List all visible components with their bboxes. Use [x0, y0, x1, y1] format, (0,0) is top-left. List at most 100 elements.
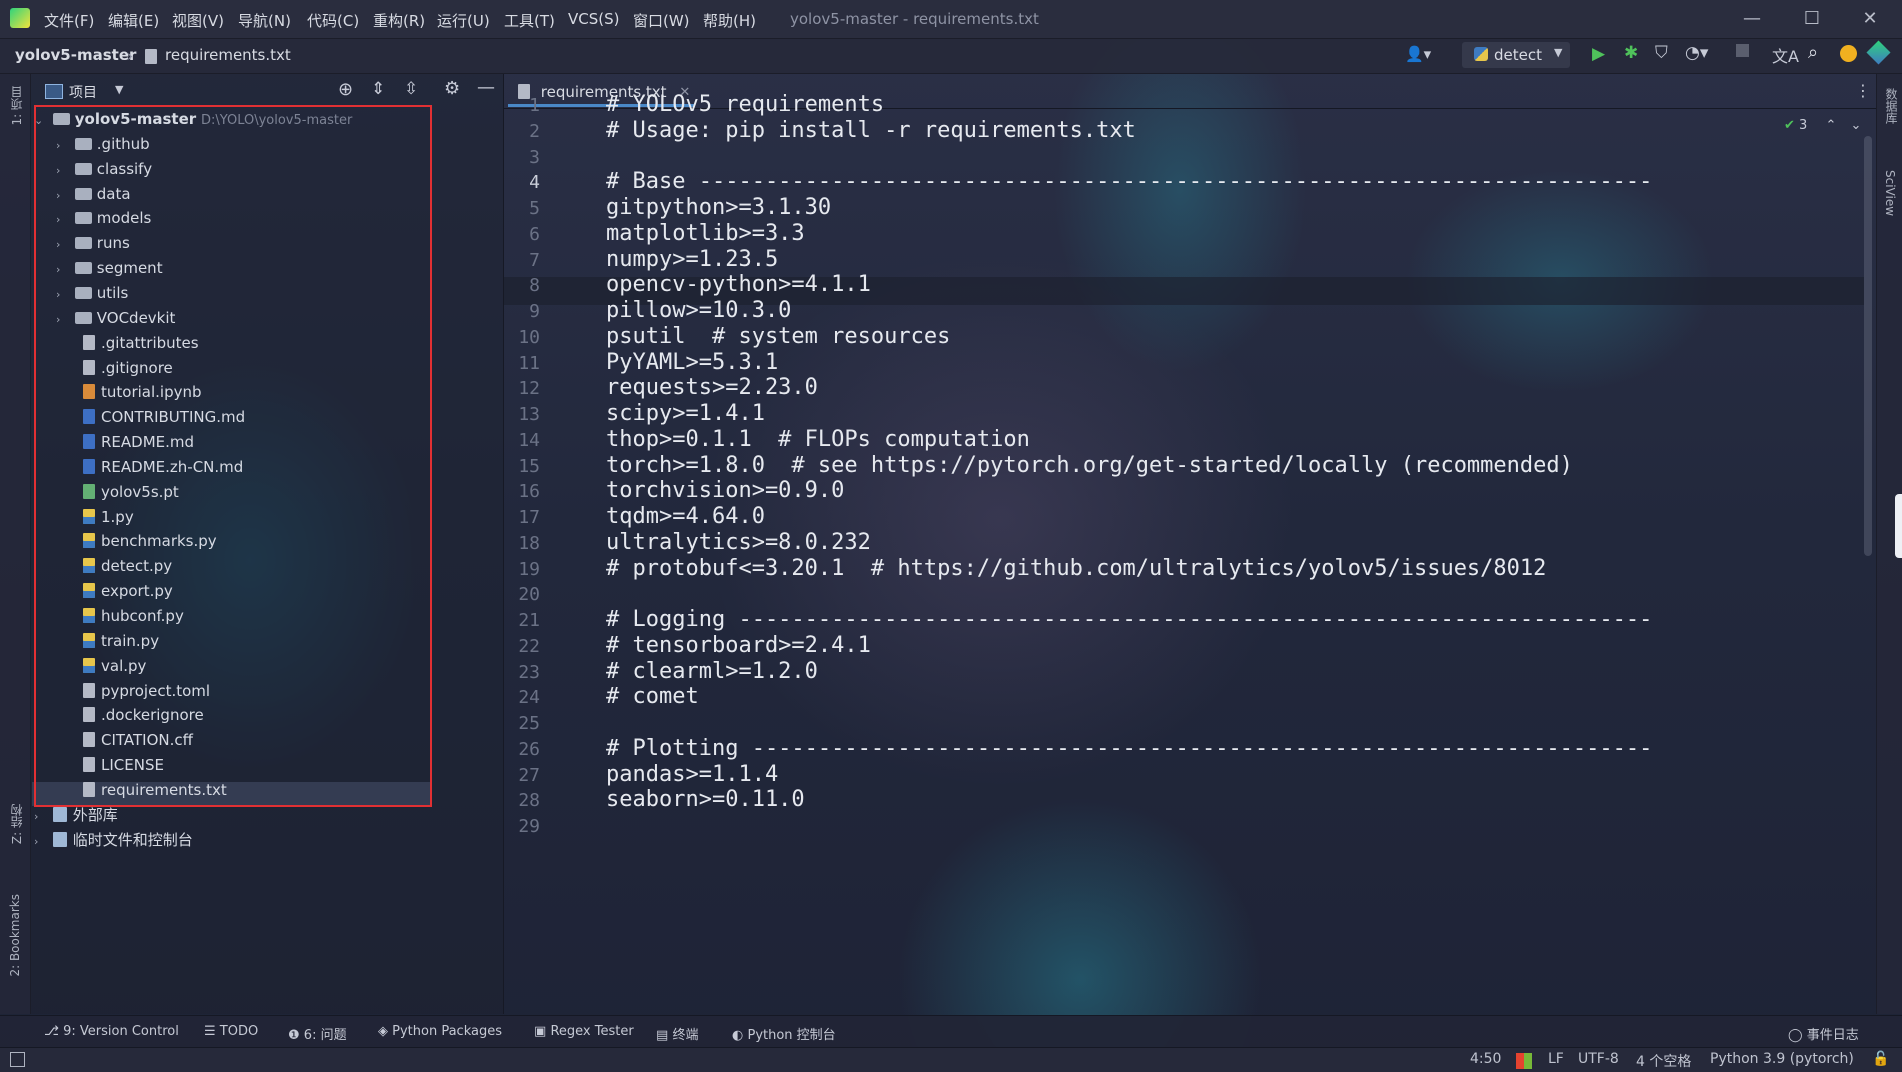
pycharm-logo-icon [10, 8, 30, 28]
tree-node-label: 外部库 [72, 805, 118, 824]
gear-icon[interactable]: ⚙ [444, 78, 460, 99]
code-line[interactable]: requests>=2.23.0 [606, 375, 818, 400]
code-line[interactable]: torch>=1.8.0 # see https://pytorch.org/g… [606, 453, 1573, 478]
inspection-count: 3 [1799, 118, 1808, 133]
collapse-all-icon[interactable]: ⇳ [404, 79, 418, 99]
menu-item[interactable]: 窗口(W) [633, 10, 690, 31]
indent-setting[interactable]: 4 个空格 [1636, 1051, 1691, 1071]
line-number: 14 [518, 429, 540, 451]
tree-node[interactable]: › 临时文件和控制台 [34, 828, 193, 852]
structure-toolwindow-button[interactable]: Z: 结构 [8, 804, 25, 844]
update-icon[interactable] [1840, 45, 1857, 62]
code-line[interactable]: gitpython>=3.1.30 [606, 195, 831, 220]
run-config-select[interactable]: detect ▼ [1462, 42, 1570, 68]
code-line[interactable]: numpy>=1.23.5 [606, 247, 778, 272]
bookmarks-toolwindow-button[interactable]: 2: Bookmarks [8, 894, 22, 977]
toolwindow-button[interactable]: ◈ Python Packages [378, 1024, 502, 1039]
code-line[interactable]: seaborn>=0.11.0 [606, 787, 805, 812]
file-encoding[interactable]: UTF-8 [1578, 1051, 1619, 1067]
menu-item[interactable]: 文件(F) [44, 10, 94, 31]
event-log-button[interactable]: ◯ 事件日志 [1788, 1024, 1859, 1043]
chevron-up-icon[interactable]: ⌃ [1825, 118, 1836, 133]
code-line[interactable]: psutil # system resources [606, 324, 950, 349]
toolwindow-button[interactable]: ⎇ 9: Version Control [44, 1024, 179, 1039]
breadcrumb-project[interactable]: yolov5-master [15, 46, 136, 64]
toolwindow-button[interactable]: ❶ 6: 问题 [288, 1024, 347, 1043]
menu-item[interactable]: 重构(R) [373, 10, 425, 31]
toolwindow-button[interactable]: ▤ 终端 [656, 1024, 698, 1043]
menu-item[interactable]: 编辑(E) [108, 10, 159, 31]
hide-panel-icon[interactable]: — [477, 77, 495, 98]
coverage-icon[interactable]: ⛉ [1655, 43, 1668, 63]
locate-file-icon[interactable]: ⊕ [338, 79, 353, 100]
lock-icon[interactable]: 🔓 [1872, 1051, 1889, 1067]
ide-plugin-icon[interactable] [1866, 40, 1891, 65]
code-line[interactable]: # clearml>=1.2.0 [606, 659, 818, 684]
run-icon[interactable]: ▶ [1592, 44, 1605, 64]
code-line[interactable]: # comet [606, 684, 699, 709]
code-line[interactable]: # tensorboard>=2.4.1 [606, 633, 871, 658]
translate-icon[interactable]: 文A [1772, 43, 1799, 67]
line-number: 27 [518, 764, 540, 786]
debug-icon[interactable]: ✱ [1624, 43, 1638, 63]
maximize-icon[interactable]: ☐ [1792, 4, 1832, 34]
chevron-down-icon[interactable]: ▼ [115, 83, 123, 96]
editor-scrollbar[interactable] [1864, 136, 1872, 556]
code-line[interactable]: thop>=0.1.1 # FLOPs computation [606, 427, 1030, 452]
breadcrumb-file[interactable]: requirements.txt [165, 46, 291, 64]
menu-item[interactable]: 导航(N) [238, 10, 291, 31]
code-line[interactable]: torchvision>=0.9.0 [606, 478, 844, 503]
python-icon [1474, 47, 1488, 61]
menu-item[interactable]: VCS(S) [568, 10, 619, 28]
code-line[interactable]: # protobuf<=3.20.1 # https://github.com/… [606, 556, 1546, 581]
menu-item[interactable]: 运行(U) [437, 10, 490, 31]
run-config-label: detect [1494, 46, 1542, 64]
close-window-icon[interactable]: ✕ [1850, 4, 1890, 34]
toolwindow-button[interactable]: ◐ Python 控制台 [732, 1024, 836, 1043]
expand-all-icon[interactable]: ⇕ [371, 79, 385, 99]
code-line[interactable]: tqdm>=4.64.0 [606, 504, 765, 529]
packages-icon: ◈ [378, 1024, 388, 1039]
line-separator[interactable]: LF [1548, 1051, 1564, 1067]
search-icon[interactable]: ⌕ [1808, 42, 1818, 63]
more-options-icon[interactable]: ⋮ [1855, 81, 1871, 100]
code-line[interactable]: # Usage: pip install -r requirements.txt [606, 118, 1136, 143]
toolwindow-label: 9: Version Control [63, 1024, 179, 1039]
project-toolwindow-button[interactable]: 1: 项目 [8, 86, 25, 126]
chevron-right-icon[interactable]: › [34, 805, 48, 829]
database-toolwindow-button[interactable]: 数据库 [1883, 88, 1900, 124]
toolwindow-button[interactable]: ☰ TODO [204, 1024, 258, 1039]
code-line[interactable]: pandas>=1.1.4 [606, 762, 778, 787]
windows-icon [1516, 1053, 1532, 1069]
line-number: 29 [518, 816, 540, 837]
code-line[interactable]: matplotlib>=3.3 [606, 221, 805, 246]
code-line[interactable]: # Plotting -----------------------------… [606, 736, 1652, 761]
scroll-handle[interactable] [1895, 494, 1902, 558]
toolwindow-button[interactable]: ▣ Regex Tester [534, 1024, 634, 1039]
menu-item[interactable]: 工具(T) [504, 10, 555, 31]
code-line[interactable]: pillow>=10.3.0 [606, 298, 791, 323]
stop-icon[interactable] [1736, 44, 1749, 57]
code-line[interactable]: opencv-python>=4.1.1 [606, 272, 871, 297]
chevron-down-icon[interactable]: ⌄ [1851, 118, 1862, 133]
code-line[interactable]: # YOLOv5 requirements [606, 92, 884, 117]
menu-item[interactable]: 帮助(H) [703, 10, 756, 31]
code-line[interactable]: ultralytics>=8.0.232 [606, 530, 871, 555]
menu-item[interactable]: 代码(C) [307, 10, 359, 31]
project-panel-title[interactable]: 项目 [69, 82, 97, 102]
chevron-right-icon[interactable]: › [34, 830, 48, 854]
code-line[interactable]: # Logging ------------------------------… [606, 607, 1652, 632]
minimize-icon[interactable]: — [1732, 4, 1772, 34]
toggle-toolwindows-icon[interactable] [10, 1052, 25, 1067]
account-icon[interactable]: 👤▾ [1405, 45, 1431, 63]
caret-position[interactable]: 4:50 [1470, 1051, 1501, 1067]
menu-item[interactable]: 视图(V) [172, 10, 224, 31]
inspection-widget[interactable]: ✔ 3 ⌃ ⌄ [1784, 118, 1861, 133]
code-line[interactable]: scipy>=1.4.1 [606, 401, 765, 426]
sciview-toolwindow-button[interactable]: SciView [1883, 170, 1897, 216]
line-number: 19 [518, 558, 540, 580]
code-line[interactable]: # Base ---------------------------------… [606, 169, 1652, 194]
python-interpreter[interactable]: Python 3.9 (pytorch) [1710, 1051, 1854, 1067]
profile-icon[interactable]: ◔▾ [1685, 43, 1708, 63]
code-line[interactable]: PyYAML>=5.3.1 [606, 350, 778, 375]
